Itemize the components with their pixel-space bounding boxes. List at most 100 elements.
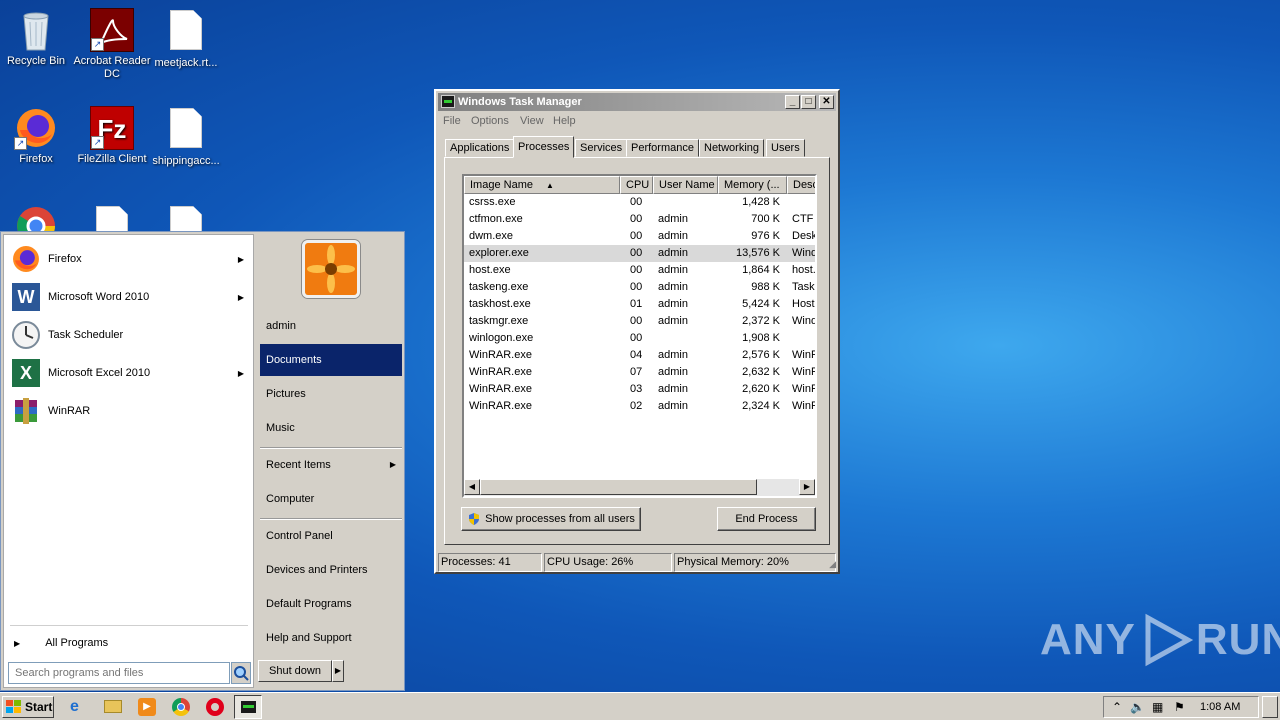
end-process-button[interactable]: End Process: [717, 507, 816, 531]
close-button[interactable]: ✕: [819, 95, 834, 109]
start-item-excel[interactable]: X Microsoft Excel 2010 ▶: [10, 355, 250, 391]
places-item-devices-printers[interactable]: Devices and Printers: [260, 554, 402, 586]
desktop-icon-firefox[interactable]: ↗ Firefox: [0, 106, 75, 166]
process-row[interactable]: WinRAR.exe 07 admin 2,632 K WinR: [464, 364, 815, 381]
start-item-firefox[interactable]: Firefox ▶: [10, 241, 250, 277]
opera-icon[interactable]: [206, 698, 224, 716]
maximize-button[interactable]: □: [801, 95, 816, 109]
task-manager-icon[interactable]: [234, 695, 262, 719]
process-row[interactable]: explorer.exe 00 admin 13,576 K Wind: [464, 245, 815, 262]
start-item-label: Firefox: [48, 253, 82, 265]
watermark-text-left: ANY: [1040, 615, 1136, 664]
menu-help[interactable]: Help: [553, 115, 576, 127]
tab-services[interactable]: Services: [575, 139, 628, 157]
scroll-left-button[interactable]: ◀: [464, 479, 480, 495]
start-item-task-scheduler[interactable]: Task Scheduler: [10, 317, 250, 353]
user-picture[interactable]: [302, 240, 360, 298]
process-desc-cell: Deskt: [792, 230, 815, 242]
process-row[interactable]: host.exe 00 admin 1,864 K host.: [464, 262, 815, 279]
search-icon: [234, 666, 249, 681]
places-item-pictures[interactable]: Pictures: [260, 378, 402, 410]
process-list[interactable]: Image Name ▲ CPU User Name Memory (... D…: [462, 174, 817, 498]
process-row[interactable]: WinRAR.exe 04 admin 2,576 K WinR: [464, 347, 815, 364]
desktop-icon-meetjack[interactable]: meetjack.rt...: [147, 8, 225, 70]
excel-icon: X: [10, 357, 42, 389]
process-user-cell: admin: [658, 366, 688, 378]
menu-view[interactable]: View: [520, 115, 544, 127]
process-row[interactable]: taskmgr.exe 00 admin 2,372 K Wind: [464, 313, 815, 330]
desktop-icon-filezilla[interactable]: Fz ↗ FileZilla Client: [73, 106, 151, 166]
places-item-music[interactable]: Music: [260, 412, 402, 444]
all-programs-item[interactable]: ▶ All Programs: [10, 633, 248, 653]
show-hidden-icons-icon[interactable]: ⌃: [1112, 700, 1122, 714]
desktop-icon-shippingacc[interactable]: shippingacc...: [147, 106, 225, 168]
places-item-admin[interactable]: admin: [260, 310, 402, 342]
chrome-icon[interactable]: [172, 698, 190, 716]
horizontal-scrollbar[interactable]: ◀ ▶: [464, 479, 815, 496]
flower-avatar-icon: [305, 243, 357, 295]
window-title: Windows Task Manager: [458, 96, 582, 108]
status-physical-memory: Physical Memory: 20%: [674, 553, 836, 572]
volume-icon[interactable]: 🔈: [1130, 700, 1145, 714]
process-row[interactable]: ctfmon.exe 00 admin 700 K CTF L: [464, 211, 815, 228]
show-desktop-button[interactable]: [1262, 696, 1278, 718]
shutdown-options-button[interactable]: ▶: [332, 660, 344, 682]
title-bar[interactable]: Windows Task Manager _ □ ✕: [438, 93, 836, 111]
start-button[interactable]: Start: [2, 696, 54, 718]
places-item-documents[interactable]: Documents: [260, 344, 402, 376]
tab-users[interactable]: Users: [766, 139, 805, 157]
shutdown-button[interactable]: Shut down: [258, 660, 332, 682]
show-all-processes-button[interactable]: Show processes from all users: [461, 507, 641, 531]
network-icon[interactable]: ▦: [1152, 700, 1163, 714]
desktop-icon-recycle-bin[interactable]: Recycle Bin: [0, 8, 75, 68]
menu-file[interactable]: File: [443, 115, 461, 127]
clock[interactable]: 1:08 AM: [1200, 701, 1240, 713]
scroll-right-button[interactable]: ▶: [799, 479, 815, 495]
process-row[interactable]: taskeng.exe 00 admin 988 K Task: [464, 279, 815, 296]
desktop-icon-acrobat[interactable]: ↗ Acrobat Reader DC: [73, 8, 151, 81]
tab-processes[interactable]: Processes: [513, 136, 575, 158]
search-button[interactable]: [231, 662, 251, 684]
arrow-right-icon: ▶: [14, 639, 21, 648]
places-item-default-programs[interactable]: Default Programs: [260, 588, 402, 620]
process-row[interactable]: WinRAR.exe 02 admin 2,324 K WinR: [464, 398, 815, 415]
column-cpu[interactable]: CPU: [620, 176, 653, 194]
process-row[interactable]: dwm.exe 00 admin 976 K Deskt: [464, 228, 815, 245]
column-memory[interactable]: Memory (...: [718, 176, 787, 194]
start-item-winrar[interactable]: WinRAR: [10, 393, 250, 429]
search-box[interactable]: [8, 662, 230, 684]
uac-shield-icon: [469, 513, 480, 525]
tab-performance[interactable]: Performance: [626, 139, 699, 157]
process-memory-cell: 2,372 K: [742, 315, 780, 327]
ie-icon[interactable]: e: [70, 698, 88, 716]
action-center-flag-icon[interactable]: ⚑: [1174, 700, 1185, 714]
minimize-button[interactable]: _: [785, 95, 800, 109]
process-desc-cell: Wind: [792, 247, 816, 259]
process-row[interactable]: taskhost.exe 01 admin 5,424 K Host: [464, 296, 815, 313]
tab-networking[interactable]: Networking: [699, 139, 765, 157]
search-input[interactable]: [13, 664, 223, 682]
scrollbar-thumb[interactable]: [480, 479, 757, 495]
process-row[interactable]: winlogon.exe 00 1,908 K: [464, 330, 815, 347]
process-user-cell: admin: [658, 383, 688, 395]
process-user-cell: admin: [658, 298, 688, 310]
winrar-icon: [10, 395, 42, 427]
places-item-computer[interactable]: Computer: [260, 483, 402, 515]
column-description[interactable]: Desc: [787, 176, 815, 194]
column-image-name[interactable]: Image Name ▲: [464, 176, 620, 194]
menu-options[interactable]: Options: [471, 115, 509, 127]
column-user-name[interactable]: User Name: [653, 176, 718, 194]
media-player-icon[interactable]: ▶: [138, 698, 156, 716]
submenu-arrow-icon: ▶: [237, 254, 244, 264]
places-item-control-panel[interactable]: Control Panel: [260, 520, 402, 552]
start-item-word[interactable]: W Microsoft Word 2010 ▶: [10, 279, 250, 315]
process-row[interactable]: csrss.exe 00 1,428 K: [464, 194, 815, 211]
process-cpu-cell: 00: [630, 315, 643, 327]
places-item-help-support[interactable]: Help and Support: [260, 622, 402, 654]
process-memory-cell: 13,576 K: [735, 247, 780, 259]
places-item-recent-items[interactable]: Recent Items ▶: [260, 449, 402, 481]
resize-grip-icon[interactable]: ◢: [829, 559, 836, 570]
process-row[interactable]: WinRAR.exe 03 admin 2,620 K WinR: [464, 381, 815, 398]
explorer-folder-icon[interactable]: [104, 700, 122, 713]
tab-applications[interactable]: Applications: [445, 139, 515, 157]
